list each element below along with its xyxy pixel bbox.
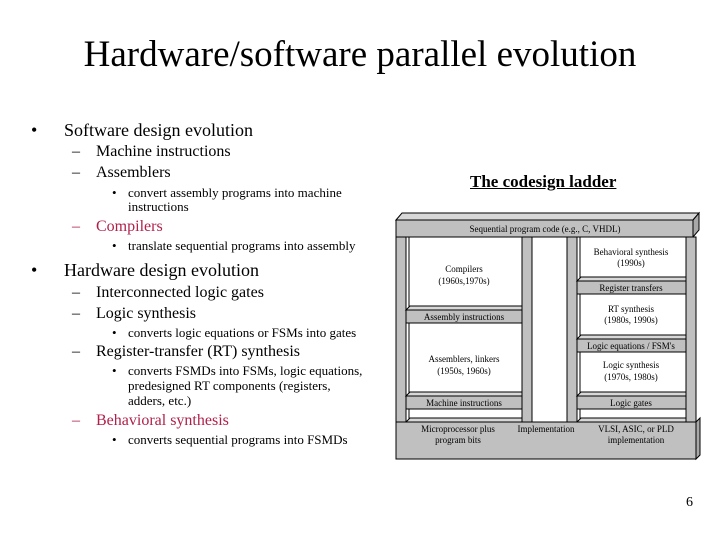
rail-right-inner [566,236,578,423]
register-transfers-label: Register transfers [599,283,663,293]
top-bar-depth [394,212,701,221]
machine-instructions-label: Machine instructions [426,398,502,408]
rt-synthesis-label: RT synthesis [608,304,655,314]
base-left-line1: Microprocessor plus [421,424,495,434]
behavioral-label: Behavioral synthesis [594,247,669,257]
rail-left-inner [521,236,533,423]
base-side [695,416,701,461]
base-right-line2: implementation [608,435,665,445]
assemblers-label: Assemblers, linkers [429,354,500,364]
rail-right-outer [685,236,697,423]
logic-equations-label: Logic equations / FSM's [587,341,675,351]
codesign-ladder-diagram: Sequential program code (e.g., C, VHDL) … [394,211,701,461]
compilers-years: (1960s,1970s) [438,276,489,286]
logic-synthesis-years: (1970s, 1980s) [604,372,658,382]
rail-left-outer [395,236,407,423]
top-bar-label: Sequential program code (e.g., C, VHDL) [469,224,620,234]
rt-synthesis-years: (1980s, 1990s) [604,315,658,325]
page-number: 6 [686,495,693,510]
assembly-instructions-label: Assembly instructions [424,312,505,322]
behavioral-years: (1990s) [617,258,645,268]
compilers-label: Compilers [445,264,483,274]
base-left-line2: program bits [435,435,481,445]
base-center: Implementation [518,424,575,434]
assemblers-years: (1950s, 1960s) [437,366,491,376]
logic-synthesis-label: Logic synthesis [603,360,660,370]
base-right-line1: VLSI, ASIC, or PLD [598,424,674,434]
logic-gates-label: Logic gates [610,398,652,408]
